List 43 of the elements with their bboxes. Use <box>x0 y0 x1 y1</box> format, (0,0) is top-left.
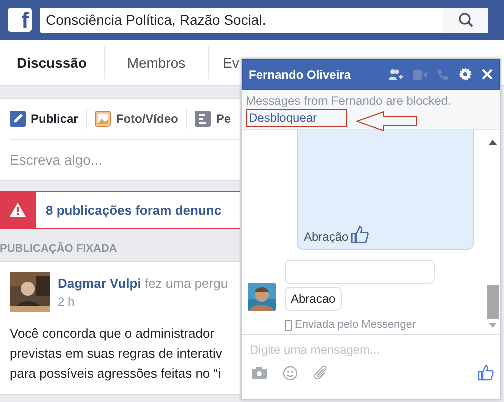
alert-text[interactable]: 8 publicações foram denunc <box>36 192 222 228</box>
scroll-down-icon[interactable] <box>489 323 497 328</box>
settings-icon <box>459 68 472 81</box>
message-text: Abração <box>304 230 349 244</box>
phone-icon <box>285 320 292 330</box>
like-icon[interactable] <box>478 365 494 381</box>
settings-button[interactable] <box>459 68 472 81</box>
video-camera-icon <box>413 70 427 80</box>
camera-icon[interactable] <box>252 367 267 379</box>
smiley-icon[interactable] <box>283 366 298 380</box>
post-text: Você concorda que o administrador previstas em suas regras de interativ para possíveis agressões feitas no “i <box>10 325 224 383</box>
scroll-up-icon[interactable] <box>489 140 497 145</box>
composer-tab[interactable]: Publicar <box>10 109 88 129</box>
like-icon[interactable] <box>350 226 369 244</box>
search-icon <box>458 12 474 28</box>
unblock-link[interactable]: Desbloquear <box>246 109 347 127</box>
warning-icon <box>10 203 26 217</box>
message-bubble: Abracao <box>285 287 342 311</box>
logo[interactable]: f <box>8 8 32 32</box>
pencil-icon <box>10 111 26 127</box>
add-person-icon <box>389 68 403 80</box>
composer-tab[interactable]: Foto/Vídeo <box>95 109 188 129</box>
arrow-annotation <box>356 111 418 132</box>
photo-icon <box>95 111 112 127</box>
phone-icon <box>437 68 449 80</box>
list-icon <box>195 111 212 127</box>
sent-via-label: Enviada pelo Messenger <box>285 319 480 331</box>
search-field[interactable]: Consciência Política, Razão Social. <box>40 8 443 32</box>
post-header: Dagmar Vulpi fez uma pergu <box>58 276 228 291</box>
group-tab[interactable]: Discussão <box>0 46 105 79</box>
alert-banner[interactable]: 8 publicações foram denunc <box>0 191 240 229</box>
add-friend-button[interactable] <box>389 68 403 80</box>
group-tab[interactable]: Ev <box>209 46 240 79</box>
paperclip-icon[interactable] <box>314 365 328 381</box>
blocked-notice: Messages from Fernando are blocked. <box>246 94 452 108</box>
close-icon <box>482 69 493 80</box>
scrollbar-thumb[interactable] <box>487 285 499 319</box>
group-tab[interactable]: Membros <box>105 46 209 79</box>
search-button[interactable] <box>443 8 488 32</box>
composer-tab[interactable]: Pe <box>195 109 232 129</box>
close-button[interactable] <box>482 69 493 80</box>
section-heading: PUBLICAÇÃO FIXADA <box>0 243 118 255</box>
composer-card[interactable]: Publicar Foto/Vídeo Pe Escreva algo... <box>0 98 240 181</box>
